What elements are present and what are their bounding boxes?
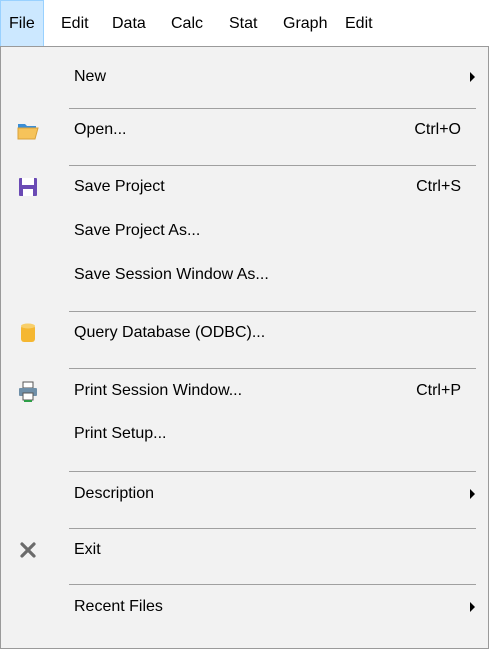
- menu-item-label: Print Setup...: [74, 425, 167, 442]
- menu-item-recent-files[interactable]: Recent Files: [2, 589, 487, 625]
- shortcut-label: Ctrl+P: [416, 382, 461, 399]
- menu-item-print-session-window[interactable]: Print Session Window... Ctrl+P: [2, 373, 487, 409]
- menu-bar: File Edit Data Calc Stat Graph Edit: [0, 0, 491, 47]
- folder-open-icon: [16, 118, 40, 142]
- menu-separator: [69, 108, 476, 109]
- menu-item-label: Description: [74, 485, 155, 502]
- menu-item-print-setup[interactable]: Print Setup...: [2, 416, 487, 452]
- menu-separator: [69, 165, 476, 166]
- close-icon: [16, 538, 40, 562]
- menu-item-query-database[interactable]: Query Database (ODBC)...: [2, 315, 487, 351]
- menu-separator: [69, 471, 476, 472]
- menu-item-label: New: [74, 68, 107, 85]
- submenu-arrow-icon: [470, 72, 475, 82]
- menu-item-new[interactable]: New: [2, 59, 487, 95]
- shortcut-label: Ctrl+O: [414, 121, 461, 138]
- menu-separator: [69, 528, 476, 529]
- menu-item-save-project[interactable]: Save Project Ctrl+S: [2, 169, 487, 205]
- menu-item-label: Exit: [74, 541, 101, 558]
- file-menu-dropdown: New Open... Ctrl+O Save Project Ctrl+S S…: [0, 46, 489, 649]
- menu-item-save-project-as[interactable]: Save Project As...: [2, 213, 487, 249]
- menu-data[interactable]: Data: [112, 0, 146, 47]
- menu-editor[interactable]: Edit: [345, 0, 373, 47]
- submenu-arrow-icon: [470, 602, 475, 612]
- menu-item-label: Query Database (ODBC)...: [74, 324, 266, 341]
- menu-item-label: Save Project: [74, 178, 165, 195]
- menu-separator: [69, 311, 476, 312]
- menu-item-label: Open...: [74, 121, 127, 138]
- application-window: File Edit Data Calc Stat Graph Edit New …: [0, 0, 491, 650]
- menu-item-label: Save Session Window As...: [74, 266, 269, 283]
- database-icon: [16, 321, 40, 345]
- menu-stat[interactable]: Stat: [229, 0, 257, 47]
- shortcut-label: Ctrl+S: [416, 178, 461, 195]
- menu-file[interactable]: File: [0, 0, 44, 47]
- menu-item-save-session-window-as[interactable]: Save Session Window As...: [2, 257, 487, 293]
- menu-item-open[interactable]: Open... Ctrl+O: [2, 112, 487, 148]
- menu-item-description[interactable]: Description: [2, 476, 487, 512]
- menu-item-label: Recent Files: [74, 598, 163, 615]
- printer-icon: [16, 379, 40, 403]
- menu-item-exit[interactable]: Exit: [2, 532, 487, 568]
- submenu-arrow-icon: [470, 489, 475, 499]
- menu-item-label: Save Project As...: [74, 222, 201, 239]
- menu-graph[interactable]: Graph: [283, 0, 327, 47]
- menu-separator: [69, 584, 476, 585]
- menu-edit[interactable]: Edit: [61, 0, 89, 47]
- menu-item-label: Print Session Window...: [74, 382, 243, 399]
- menu-calc[interactable]: Calc: [171, 0, 203, 47]
- save-icon: [16, 175, 40, 199]
- menu-separator: [69, 368, 476, 369]
